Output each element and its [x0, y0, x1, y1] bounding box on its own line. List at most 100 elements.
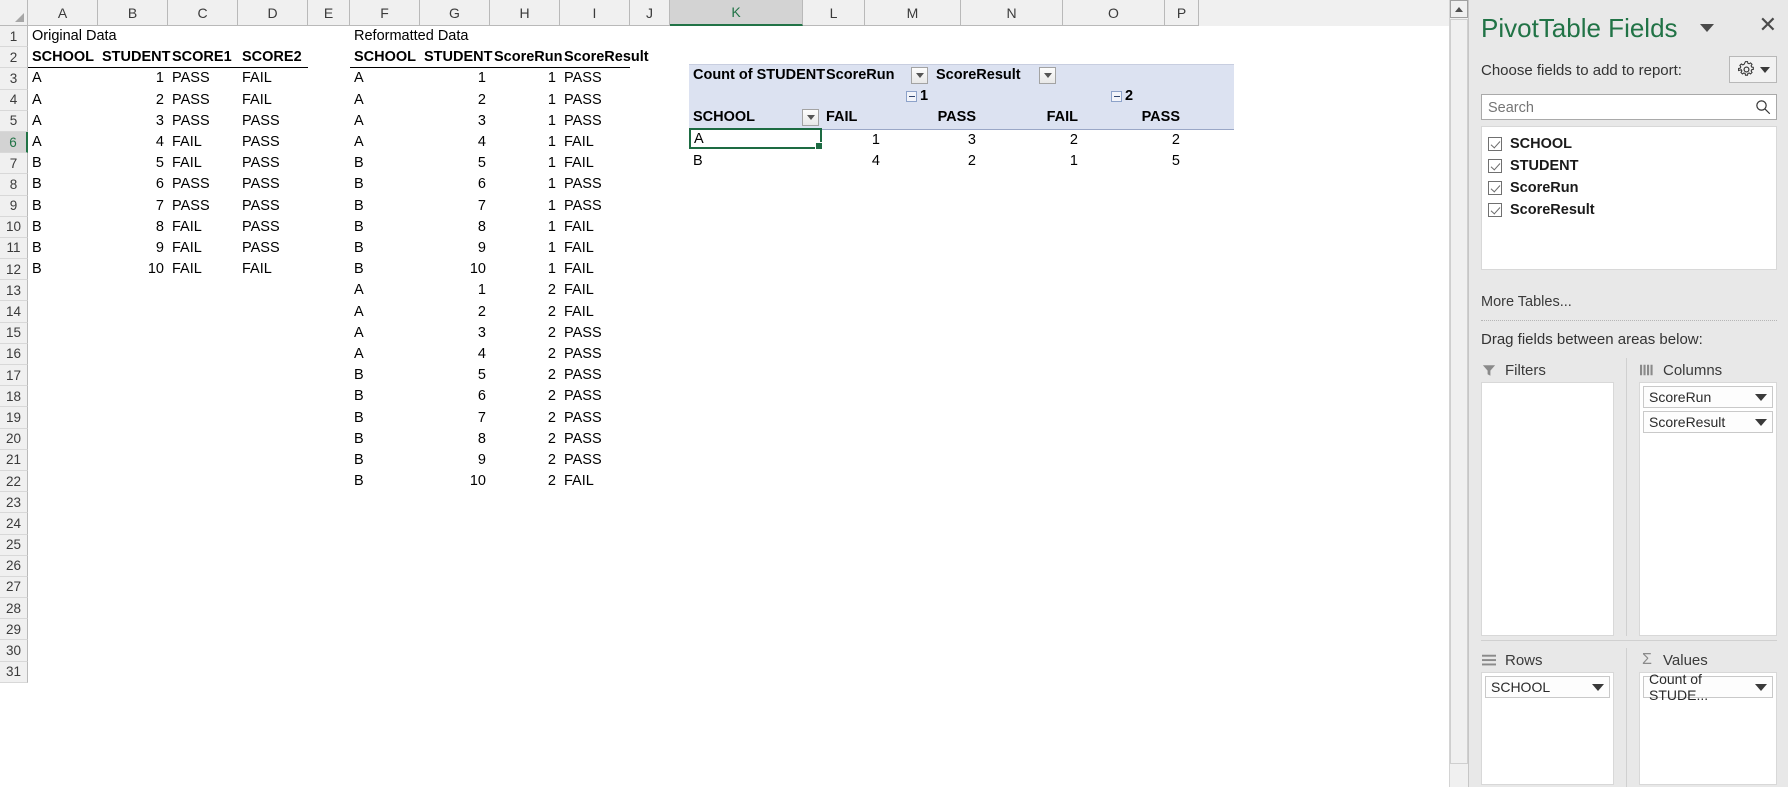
cell-G2[interactable]: STUDENT	[420, 47, 492, 69]
cell-G8[interactable]: 6	[420, 174, 490, 195]
cell-A7[interactable]: B	[28, 153, 98, 174]
cell-F18[interactable]: B	[350, 386, 420, 407]
area-chip-values-0[interactable]: Count of STUDE...	[1643, 671, 1773, 703]
area-chip-columns-1[interactable]: ScoreResult	[1643, 411, 1773, 433]
area-columns-body[interactable]: ScoreRun ScoreResult	[1639, 382, 1777, 636]
select-all-corner[interactable]	[0, 0, 28, 26]
cell-G6[interactable]: 4	[420, 132, 490, 153]
chevron-down-icon-chip[interactable]	[1755, 418, 1767, 426]
row-header-25[interactable]: 25	[0, 534, 28, 556]
cell-B7[interactable]: 5	[98, 153, 168, 174]
pivot-filter-button-scoreresult[interactable]	[1039, 67, 1056, 84]
cell-H10[interactable]: 1	[490, 217, 560, 238]
cell-A11[interactable]: B	[28, 238, 98, 259]
row-header-5[interactable]: 5	[0, 110, 28, 132]
cell-G10[interactable]: 8	[420, 217, 490, 238]
cell-F13[interactable]: A	[350, 280, 420, 301]
row-header-17[interactable]: 17	[0, 365, 28, 387]
checkbox-icon-scoreresult[interactable]	[1488, 203, 1502, 217]
cell-H6[interactable]: 1	[490, 132, 560, 153]
row-header-3[interactable]: 3	[0, 68, 28, 90]
cell-H13[interactable]: 2	[490, 280, 560, 301]
column-header-o[interactable]: O	[1063, 0, 1165, 26]
cell-D10[interactable]: PASS	[238, 217, 308, 238]
cell-I2[interactable]: ScoreResult	[560, 47, 649, 69]
cell-F7[interactable]: B	[350, 153, 420, 174]
cell-H11[interactable]: 1	[490, 238, 560, 259]
cell-A12[interactable]: B	[28, 259, 98, 280]
tools-button[interactable]	[1729, 56, 1777, 83]
cell-B2[interactable]: STUDENT	[98, 47, 170, 69]
cell-H7[interactable]: 1	[490, 153, 560, 174]
row-header-9[interactable]: 9	[0, 195, 28, 217]
chevron-down-icon-chip[interactable]	[1755, 393, 1767, 401]
cell-C12[interactable]: FAIL	[168, 259, 238, 280]
cell-I10[interactable]: FAIL	[560, 217, 630, 238]
cell-B3[interactable]: 1	[98, 68, 168, 89]
chevron-down-icon-chip[interactable]	[1755, 683, 1767, 691]
cell-A1[interactable]: Original Data	[28, 26, 228, 47]
cell-D8[interactable]: PASS	[238, 174, 308, 195]
cell-H18[interactable]: 2	[490, 386, 560, 407]
cell-B11[interactable]: 9	[98, 238, 168, 259]
cell-G16[interactable]: 4	[420, 344, 490, 365]
cell-G14[interactable]: 2	[420, 302, 490, 323]
cell-F3[interactable]: A	[350, 68, 420, 89]
scrollbar-thumb[interactable]	[1450, 19, 1468, 764]
pivot-group-2[interactable]: 2	[1107, 86, 1207, 107]
search-input[interactable]	[1486, 95, 1740, 121]
cell-G22[interactable]: 10	[420, 471, 490, 492]
active-cell-k6[interactable]: A	[689, 127, 823, 150]
chevron-down-icon[interactable]	[1699, 24, 1714, 32]
cell-F10[interactable]: B	[350, 217, 420, 238]
cell-C7[interactable]: FAIL	[168, 153, 238, 174]
cell-D12[interactable]: FAIL	[238, 259, 308, 280]
cell-C8[interactable]: PASS	[168, 174, 238, 195]
cell-G4[interactable]: 2	[420, 90, 490, 111]
cell-H21[interactable]: 2	[490, 450, 560, 471]
area-values-body[interactable]: Count of STUDE...	[1639, 671, 1777, 785]
chevron-down-icon-chip[interactable]	[1592, 683, 1604, 691]
cell-I5[interactable]: PASS	[560, 111, 630, 132]
scroll-up-arrow-icon[interactable]	[1450, 0, 1468, 18]
cell-F1[interactable]: Reformatted Data	[350, 26, 550, 47]
column-header-p[interactable]: P	[1165, 0, 1199, 26]
fill-handle[interactable]	[815, 141, 823, 150]
cell-H2[interactable]: ScoreRun	[490, 47, 563, 69]
row-header-4[interactable]: 4	[0, 89, 28, 111]
field-item-scorerun[interactable]: ScoreRun	[1482, 177, 1776, 199]
cell-G21[interactable]: 9	[420, 450, 490, 471]
cell-I4[interactable]: PASS	[560, 90, 630, 111]
cell-B9[interactable]: 7	[98, 196, 168, 217]
cell-A10[interactable]: B	[28, 217, 98, 238]
row-header-7[interactable]: 7	[0, 153, 28, 175]
cell-G5[interactable]: 3	[420, 111, 490, 132]
cell-C3[interactable]: PASS	[168, 68, 238, 89]
cell-H15[interactable]: 2	[490, 323, 560, 344]
cell-I13[interactable]: FAIL	[560, 280, 630, 301]
cell-I15[interactable]: PASS	[560, 323, 630, 344]
cell-C2[interactable]: SCORE1	[168, 47, 238, 69]
cell-F9[interactable]: B	[350, 196, 420, 217]
pivot-data-row-b[interactable]: B 4 2 1 5	[689, 151, 1234, 172]
pivot-group-1[interactable]: 1	[902, 86, 1002, 107]
column-header-g[interactable]: G	[420, 0, 490, 26]
cell-F21[interactable]: B	[350, 450, 420, 471]
row-header-12[interactable]: 12	[0, 259, 28, 281]
column-header-c[interactable]: C	[168, 0, 238, 26]
column-header-j[interactable]: J	[630, 0, 670, 26]
cell-F19[interactable]: B	[350, 408, 420, 429]
cell-H17[interactable]: 2	[490, 365, 560, 386]
cell-B10[interactable]: 8	[98, 217, 168, 238]
cell-A9[interactable]: B	[28, 196, 98, 217]
cell-C6[interactable]: FAIL	[168, 132, 238, 153]
cell-A3[interactable]: A	[28, 68, 98, 89]
cell-F12[interactable]: B	[350, 259, 420, 280]
search-field-wrapper[interactable]	[1481, 94, 1777, 121]
checkbox-icon-student[interactable]	[1488, 159, 1502, 173]
field-item-student[interactable]: STUDENT	[1482, 155, 1776, 177]
checkbox-icon-school[interactable]	[1488, 137, 1502, 151]
cell-F16[interactable]: A	[350, 344, 420, 365]
column-header-i[interactable]: I	[560, 0, 630, 26]
cell-I18[interactable]: PASS	[560, 386, 630, 407]
